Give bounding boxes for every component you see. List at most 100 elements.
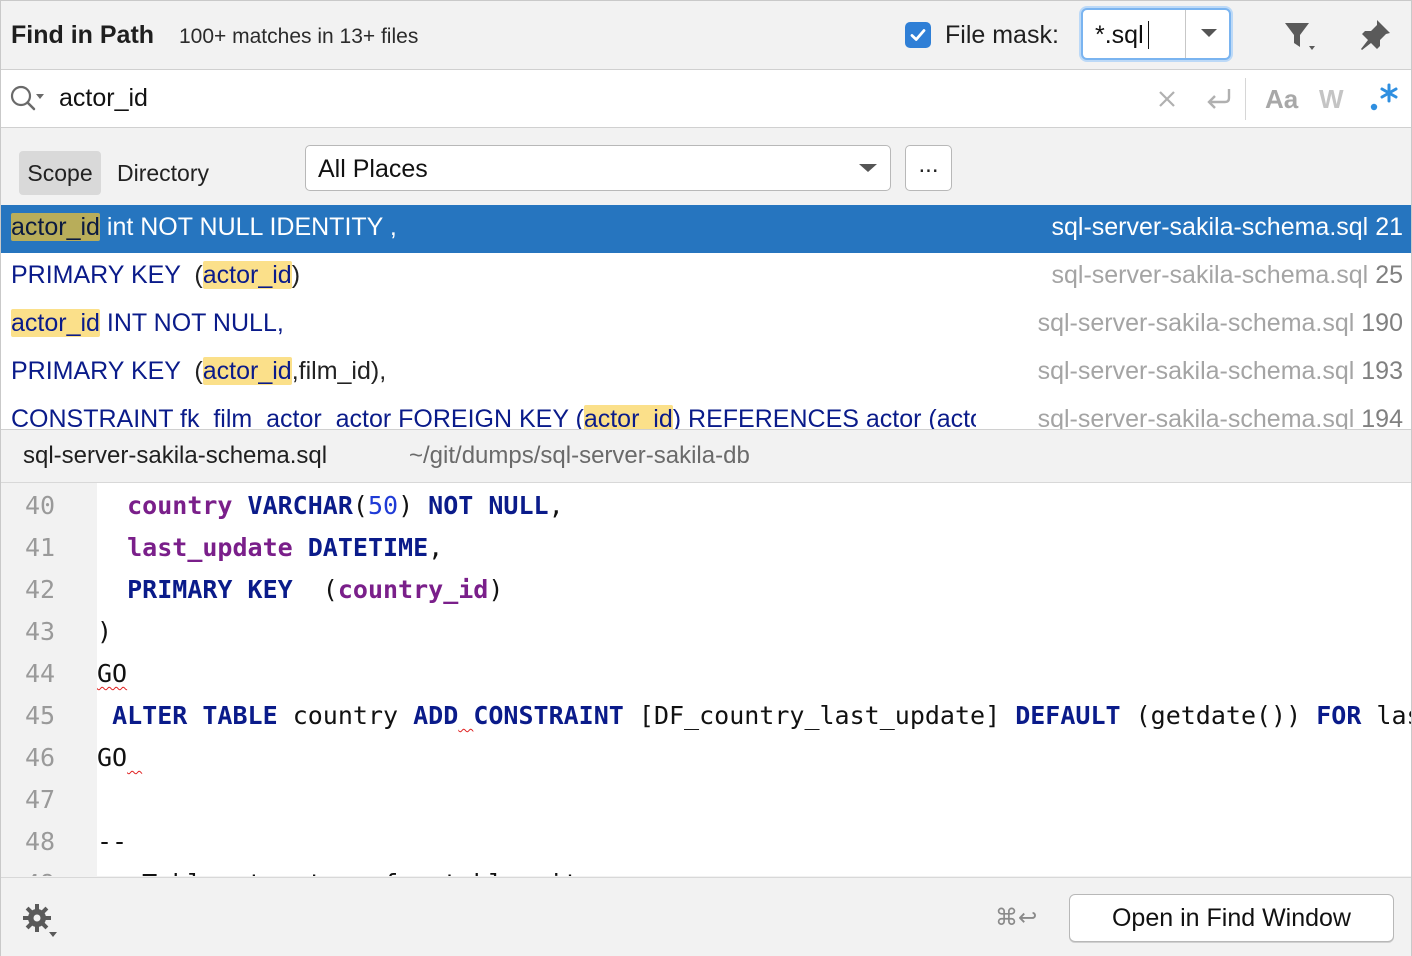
whole-words-icon[interactable]: W: [1319, 84, 1344, 115]
code-token: ,: [548, 491, 564, 520]
dialog-title: Find in Path: [11, 21, 155, 49]
preview-file-name: sql-server-sakila-schema.sql: [23, 442, 328, 469]
file-mask-input[interactable]: *.sql: [1095, 21, 1144, 50]
tab-scope[interactable]: Scope: [19, 151, 101, 195]
code-line: 40 country VARCHAR(50) NOT NULL,: [1, 483, 1411, 525]
code-token: ): [398, 491, 429, 520]
code-text: GO: [97, 743, 142, 772]
code-line: 49 -- Table structure for table city: [1, 861, 1411, 876]
result-row[interactable]: CONSTRAINT fk_film_actor_actor FOREIGN K…: [1, 397, 1411, 430]
code-token: ALTER TABLE: [112, 701, 278, 730]
code-token: PRIMARY KEY: [127, 575, 293, 604]
code-text: ALTER TABLE country ADD CONSTRAINT [DF_c…: [97, 701, 1411, 730]
line-number: 48: [25, 827, 56, 856]
code-token: last_update: [1376, 701, 1411, 730]
result-line-number: 194: [1361, 405, 1403, 430]
result-file-name: sql-server-sakila-schema.sql: [1051, 261, 1376, 289]
code-token: country_id: [337, 575, 489, 604]
toolbar-separator: [1245, 78, 1246, 120]
code-token: last_update: [127, 533, 293, 562]
code-text: last_update DATETIME,: [97, 533, 443, 562]
line-number: 43: [25, 617, 56, 646]
open-in-find-window-button[interactable]: Open in Find Window: [1069, 894, 1394, 942]
preview-header: sql-server-sakila-schema.sql ~/git/dumps…: [1, 430, 1411, 483]
code-text: country VARCHAR(50) NOT NULL,: [97, 491, 564, 520]
code-line: 47: [1, 777, 1411, 819]
code-token: ,: [428, 533, 444, 562]
code-token: DATETIME: [307, 533, 429, 562]
code-line: 43): [1, 609, 1411, 651]
find-in-path-dialog: Find in Path 100+ matches in 13+ files F…: [0, 0, 1412, 956]
scope-select[interactable]: All Places: [305, 145, 891, 191]
result-file-location: sql-server-sakila-schema.sql 190: [1035, 309, 1403, 338]
code-token: --: [97, 827, 128, 856]
line-number: 46: [25, 743, 56, 772]
match-text-segment: ) REFERENCES actor (actor_id): [672, 405, 976, 430]
browse-scope-button[interactable]: ...: [905, 145, 952, 191]
checkbox-checked-icon: [910, 29, 926, 41]
code-token: DEFAULT: [1015, 701, 1121, 730]
match-highlight: actor_id: [11, 213, 100, 241]
chevron-down-icon[interactable]: [1197, 23, 1221, 43]
code-token: GO: [97, 659, 128, 688]
file-mask-label: File mask:: [945, 21, 1059, 49]
file-mask-checkbox[interactable]: [905, 22, 931, 48]
code-text: --: [97, 827, 127, 856]
result-file-location: sql-server-sakila-schema.sql 21: [1049, 213, 1403, 242]
dialog-header: Find in Path 100+ matches in 13+ files F…: [1, 1, 1411, 70]
newline-icon[interactable]: [1203, 84, 1235, 114]
result-row[interactable]: actor_id INT NOT NULL, sql-server-sakila-…: [1, 301, 1411, 349]
result-file-name: sql-server-sakila-schema.sql: [1037, 357, 1362, 385]
code-line: 46 GO: [1, 735, 1411, 777]
code-preview[interactable]: 40 country VARCHAR(50) NOT NULL, 41 last_…: [1, 483, 1411, 876]
code-text: ): [97, 617, 112, 646]
match-case-icon[interactable]: Aa: [1265, 84, 1298, 115]
line-number: 40: [25, 491, 56, 520]
line-number: 45: [25, 701, 56, 730]
scope-select-value: All Places: [318, 155, 428, 183]
line-number: 41: [25, 533, 56, 562]
regex-icon[interactable]: [1369, 82, 1399, 114]
search-bar: Aa W: [1, 70, 1411, 128]
code-text: GO: [97, 659, 127, 688]
match-highlight: actor_id: [11, 309, 100, 337]
line-number: 42: [25, 575, 56, 604]
pin-icon[interactable]: [1357, 17, 1393, 53]
result-row[interactable]: PRIMARY KEY (actor_id) sql-server-sakila-…: [1, 253, 1411, 301]
code-token: country: [127, 491, 233, 520]
result-row[interactable]: actor_id int NOT NULL IDENTITY , sql-serv…: [1, 205, 1411, 253]
match-count: 100+ matches in 13+ files: [179, 25, 419, 48]
result-file-location: sql-server-sakila-schema.sql 193: [1035, 357, 1403, 386]
result-match-text: actor_id INT NOT NULL,: [11, 309, 976, 338]
code-text: -- Table structure for table city: [97, 869, 594, 876]
code-token: -- Table structure for table city: [97, 869, 594, 876]
search-input[interactable]: [59, 84, 959, 113]
tab-directory[interactable]: Directory: [117, 151, 209, 195]
result-line-number: 190: [1361, 309, 1403, 337]
match-text-segment: (: [194, 357, 203, 385]
match-highlight: actor_id: [202, 357, 292, 385]
filter-icon[interactable]: [1281, 19, 1321, 55]
text-caret: [1148, 21, 1149, 49]
line-number: 47: [25, 785, 56, 814]
result-match-text: PRIMARY KEY (actor_id): [11, 261, 976, 290]
result-match-text: CONSTRAINT fk_film_actor_actor FOREIGN K…: [11, 405, 976, 430]
code-token: (getdate()): [1120, 701, 1317, 730]
file-mask-combo[interactable]: *.sql: [1081, 8, 1231, 60]
match-text-segment: PRIMARY KEY: [11, 261, 195, 289]
preview-file-path: ~/git/dumps/sql-server-sakila-db: [409, 442, 750, 469]
match-text-segment: ,film_id),: [291, 357, 387, 385]
gear-icon[interactable]: [21, 902, 59, 940]
result-row[interactable]: PRIMARY KEY (actor_id,film_id), sql-serve…: [1, 349, 1411, 397]
line-number: 49: [25, 869, 55, 876]
clear-icon[interactable]: [1154, 86, 1180, 112]
dialog-footer: ⌘↩ Open in Find Window: [1, 877, 1411, 956]
search-icon[interactable]: [9, 84, 47, 114]
code-token: NOT NULL: [428, 491, 549, 520]
